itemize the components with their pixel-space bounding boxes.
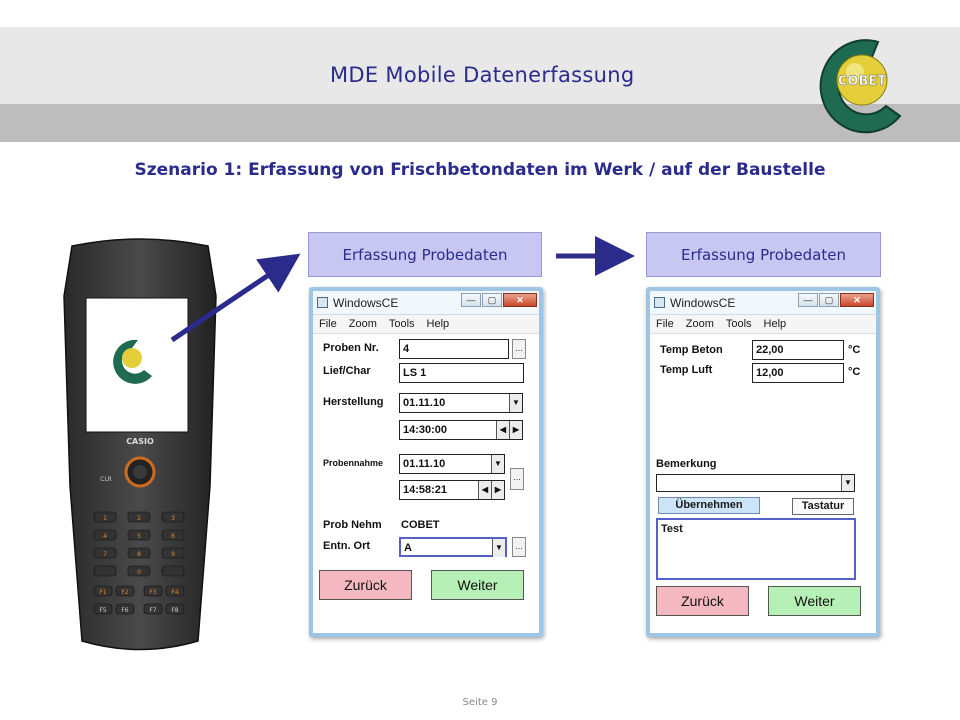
label-lief-char: Lief/Char (323, 365, 371, 377)
label-erfassung-probedaten-2: Erfassung Probedaten (646, 232, 881, 277)
svg-text:2: 2 (137, 515, 141, 522)
herstellung-time-picker[interactable]: 14:30:00 ◀ ▶ (399, 420, 523, 440)
prob-nehm-value: COBET (401, 519, 440, 531)
input-proben-nr[interactable]: 4 (399, 339, 509, 359)
menu-help[interactable]: Help (427, 318, 450, 330)
bemerkung-select[interactable]: ▼ (656, 474, 855, 492)
svg-text:9: 9 (171, 551, 175, 558)
memo-textarea[interactable]: Test (656, 518, 856, 580)
next-button[interactable]: Weiter (768, 586, 861, 616)
entn-ort-value: A (404, 542, 412, 554)
spin-left-icon[interactable]: ◀ (478, 481, 491, 499)
svg-text:F5: F5 (99, 607, 106, 614)
menu-bar: File Zoom Tools Help (313, 315, 539, 334)
svg-text:F6: F6 (121, 607, 128, 614)
spin-left-icon[interactable]: ◀ (496, 421, 509, 439)
label-temp-beton: Temp Beton (660, 344, 723, 356)
herstellung-date-value: 01.11.10 (403, 397, 446, 409)
chevron-down-icon[interactable]: ▼ (491, 455, 504, 473)
probennahme-time-value: 14:58:21 (403, 484, 448, 496)
temp-beton-unit: °C (848, 344, 861, 356)
logo-wordmark: COBET (838, 74, 886, 89)
herstellung-time-value: 14:30:00 (403, 424, 448, 436)
probennahme-time-picker[interactable]: 14:58:21 ◀ ▶ (399, 480, 505, 500)
window-title: WindowsCE (670, 296, 736, 310)
label-herstellung: Herstellung (323, 396, 384, 408)
proben-nr-browse-button[interactable]: ... (512, 339, 526, 359)
probennahme-browse-button[interactable]: ... (510, 468, 524, 490)
svg-text:F2: F2 (121, 589, 128, 596)
maximize-button[interactable]: ▢ (819, 293, 839, 307)
svg-text:CLR: CLR (100, 476, 112, 483)
input-temp-luft[interactable]: 12,00 (752, 363, 844, 383)
herstellung-date-select[interactable]: 01.11.10 ▼ (399, 393, 523, 413)
menu-tools[interactable]: Tools (389, 318, 415, 330)
svg-text:F1: F1 (99, 589, 106, 596)
probennahme-date-select[interactable]: 01.11.10 ▼ (399, 454, 505, 474)
back-button[interactable]: Zurück (656, 586, 749, 616)
label-temp-luft: Temp Luft (660, 364, 713, 376)
next-button[interactable]: Weiter (431, 570, 524, 600)
page-title: MDE Mobile Datenerfassung (330, 63, 635, 87)
app-icon (317, 297, 328, 308)
uebernehmen-button[interactable]: Übernehmen (658, 497, 760, 514)
app-icon (654, 297, 665, 308)
svg-text:7: 7 (103, 551, 107, 558)
back-button[interactable]: Zurück (319, 570, 412, 600)
windowsce-window-1: WindowsCE — ▢ ✕ File Zoom Tools Help Pro… (309, 287, 543, 637)
label-prob-nehm: Prob Nehm (323, 519, 382, 531)
label-probennahme: Probennahme (323, 458, 384, 468)
page-number: Seite 9 (462, 697, 498, 708)
scenario-subtitle: Szenario 1: Erfassung von Frischbetondat… (134, 160, 826, 180)
chevron-down-icon[interactable]: ▼ (509, 394, 522, 412)
svg-text:5: 5 (137, 533, 141, 540)
svg-text:1: 1 (103, 515, 107, 522)
device-brand: CASIO (126, 437, 154, 446)
menu-zoom[interactable]: Zoom (349, 318, 377, 330)
input-temp-beton[interactable]: 22,00 (752, 340, 844, 360)
menu-file[interactable]: File (656, 318, 674, 330)
maximize-button[interactable]: ▢ (482, 293, 502, 307)
svg-text:F3: F3 (149, 589, 156, 596)
svg-text:6: 6 (171, 533, 175, 540)
svg-text:4: 4 (103, 533, 107, 540)
svg-text:F7: F7 (149, 607, 156, 614)
spin-right-icon[interactable]: ▶ (491, 481, 504, 499)
menu-tools[interactable]: Tools (726, 318, 752, 330)
label-proben-nr: Proben Nr. (323, 342, 379, 354)
temp-luft-unit: °C (848, 366, 861, 378)
entn-ort-browse-button[interactable]: ... (512, 537, 526, 557)
svg-text:3: 3 (171, 515, 175, 522)
window-titlebar: WindowsCE — ▢ ✕ (313, 291, 539, 315)
svg-text:8: 8 (137, 551, 141, 558)
close-button[interactable]: ✕ (503, 293, 537, 307)
close-button[interactable]: ✕ (840, 293, 874, 307)
minimize-button[interactable]: — (798, 293, 818, 307)
label-erfassung-probedaten-1: Erfassung Probedaten (308, 232, 542, 277)
tastatur-button[interactable]: Tastatur (792, 498, 854, 515)
chevron-down-icon[interactable]: ▼ (841, 475, 854, 491)
chevron-down-icon[interactable]: ▼ (492, 539, 505, 557)
entn-ort-select[interactable]: A ▼ (399, 537, 507, 557)
minimize-button[interactable]: — (461, 293, 481, 307)
window-titlebar: WindowsCE — ▢ ✕ (650, 291, 876, 315)
label-entn-ort: Entn. Ort (323, 540, 371, 552)
spin-right-icon[interactable]: ▶ (509, 421, 522, 439)
svg-text:0: 0 (137, 569, 141, 576)
probennahme-date-value: 01.11.10 (403, 458, 446, 470)
casio-handheld-device: CASIO 1 2 3 4 5 6 7 8 9 0 F1 F2 F3 F4 F5 F6 F7 F8 CL… (63, 238, 217, 651)
menu-help[interactable]: Help (764, 318, 787, 330)
menu-file[interactable]: File (319, 318, 337, 330)
cobet-logo: COBET (819, 39, 902, 134)
label-bemerkung: Bemerkung (656, 458, 717, 470)
menu-bar: File Zoom Tools Help (650, 315, 876, 334)
menu-zoom[interactable]: Zoom (686, 318, 714, 330)
windowsce-window-2: WindowsCE — ▢ ✕ File Zoom Tools Help Tem… (646, 287, 880, 637)
svg-text:F8: F8 (171, 607, 178, 614)
window-title: WindowsCE (333, 296, 399, 310)
input-lief-char[interactable]: LS 1 (399, 363, 524, 383)
svg-text:F4: F4 (171, 589, 178, 596)
